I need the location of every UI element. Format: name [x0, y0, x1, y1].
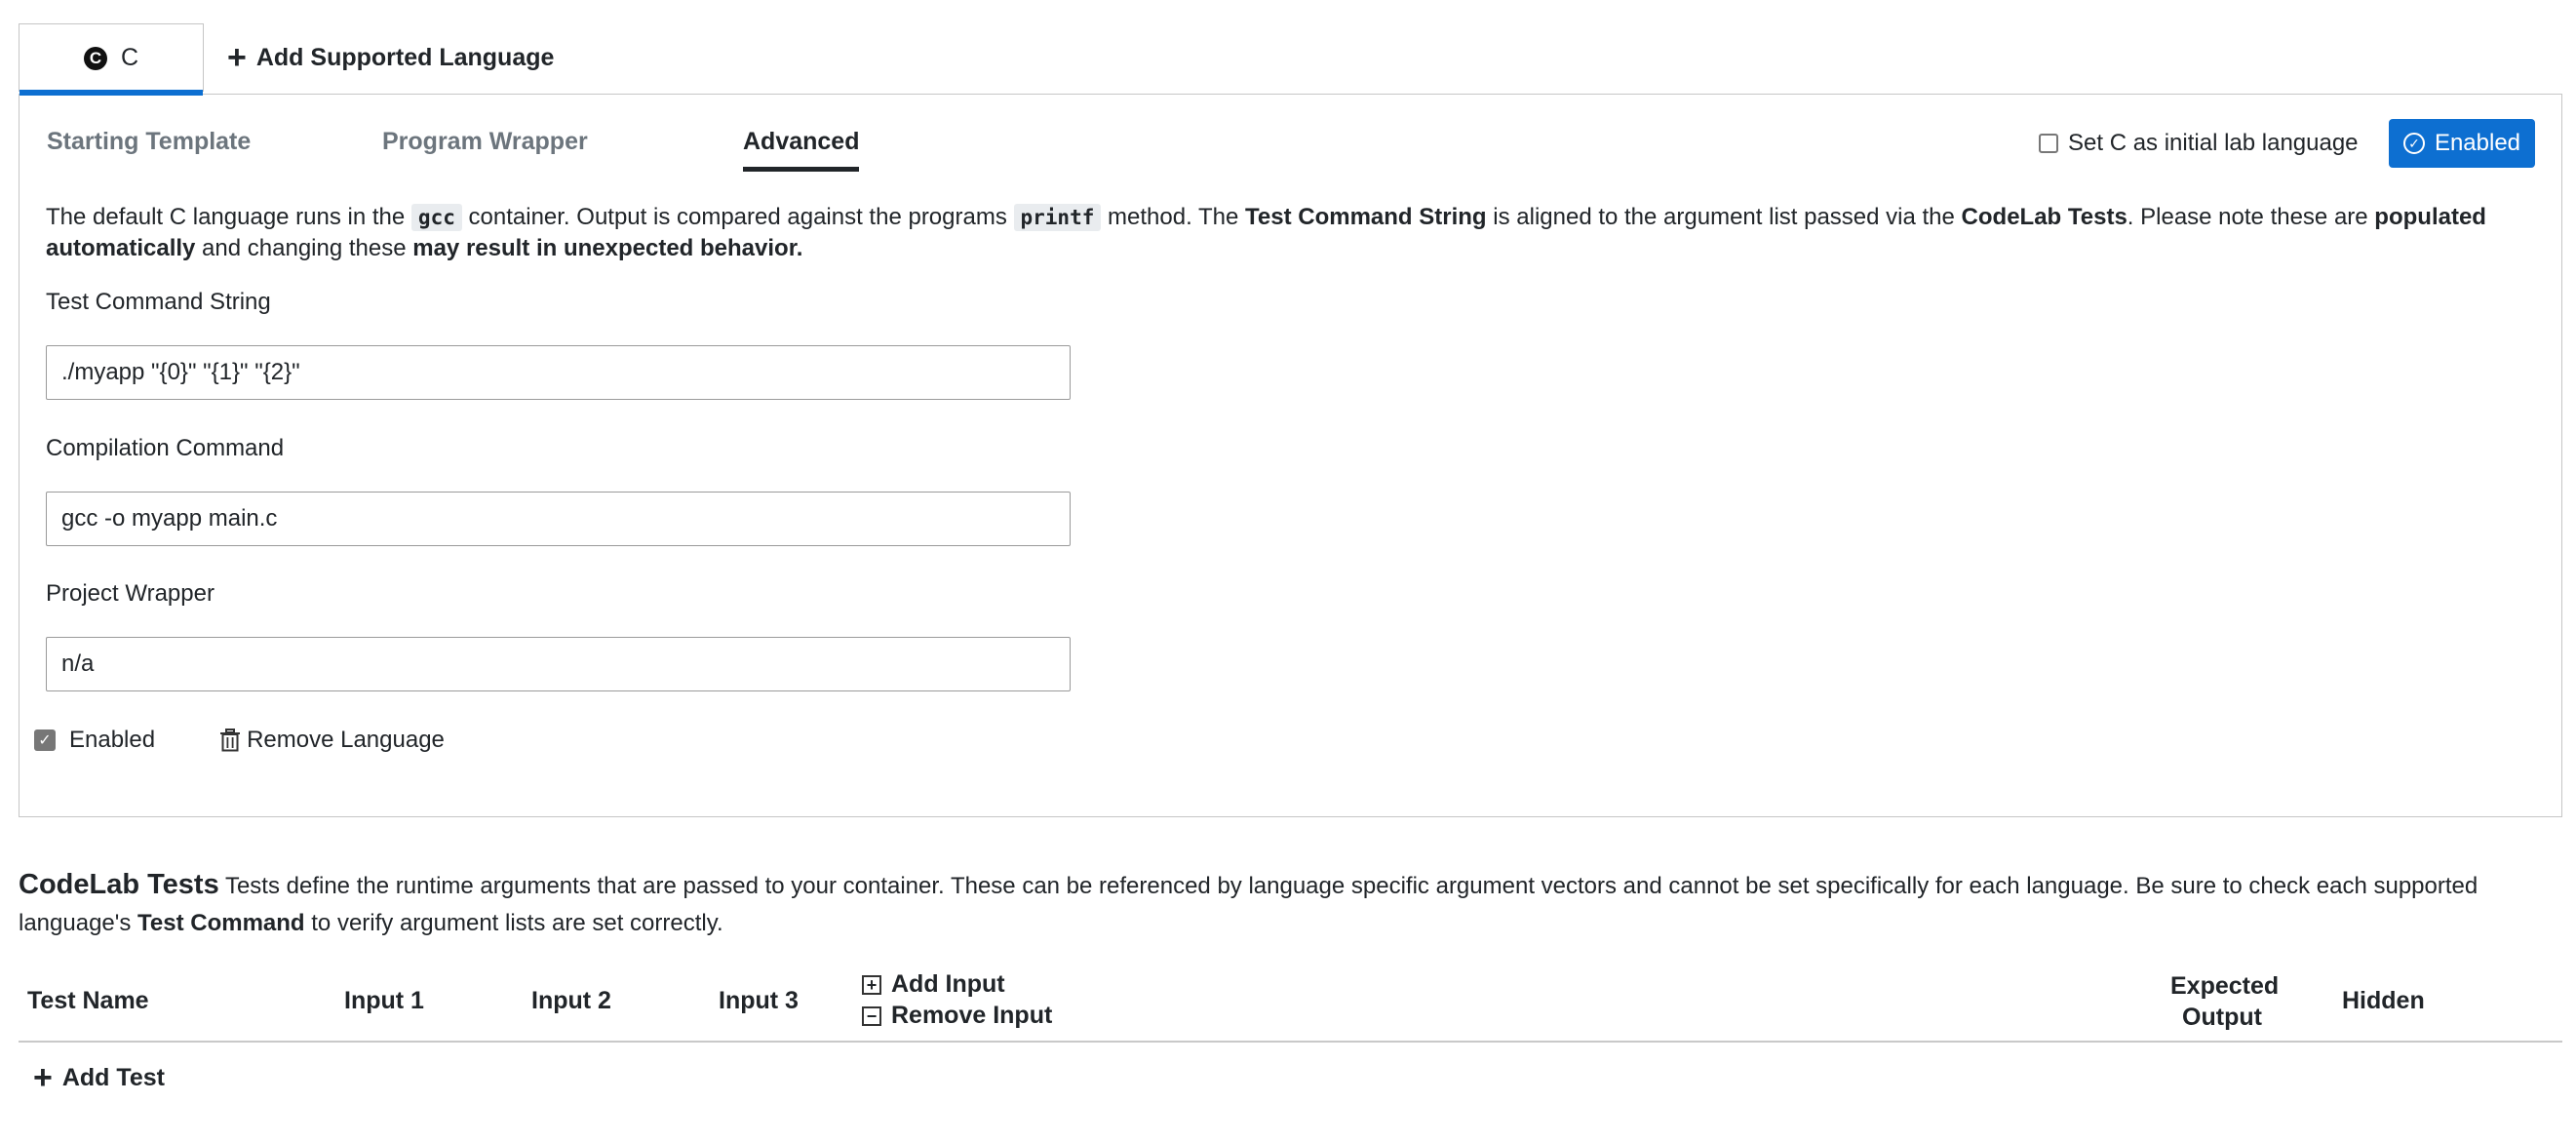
language-editor: C C + Add Supported Language Starting Te…: [0, 0, 2576, 1143]
project-wrapper-input[interactable]: [46, 637, 1071, 691]
header-expected-line1: Expected: [2170, 972, 2280, 1000]
language-settings-panel: Starting Template Program Wrapper Advanc…: [19, 94, 2562, 817]
initial-language-label: Set C as initial lab language: [2068, 130, 2359, 156]
enabled-checkbox[interactable]: ✓: [34, 729, 56, 751]
desc-bold: CodeLab Tests: [1961, 204, 2127, 230]
header-input-3: Input 3: [719, 987, 799, 1014]
add-language-label: Add Supported Language: [255, 43, 555, 71]
desc-text: and changing these: [195, 235, 413, 261]
codelab-desc-text: to verify argument lists are set correct…: [304, 910, 723, 936]
c-language-icon: C: [83, 46, 107, 70]
compilation-command-label: Compilation Command: [46, 435, 285, 461]
codelab-desc-bold: Test Command: [137, 910, 305, 936]
plus-square-icon: +: [862, 974, 881, 995]
plus-icon: +: [33, 1059, 53, 1096]
remove-input-button[interactable]: − Remove Input: [862, 1002, 1052, 1030]
header-expected-output: Expected Output: [2170, 970, 2280, 1033]
add-test-button[interactable]: + Add Test: [33, 1061, 165, 1094]
add-test-label: Add Test: [61, 1063, 165, 1091]
code-printf: printf: [1013, 204, 1102, 231]
desc-bold: may result in unexpected behavior.: [412, 235, 803, 261]
language-tab-label: C: [120, 44, 139, 71]
set-initial-language-option[interactable]: Set C as initial lab language: [2039, 130, 2359, 157]
compilation-command-input[interactable]: [46, 492, 1071, 546]
enabled-button[interactable]: ✓ Enabled: [2389, 119, 2535, 168]
desc-bold: Test Command String: [1245, 204, 1487, 230]
desc-text: The default C language runs in the: [46, 204, 411, 230]
check-circle-icon: ✓: [2402, 133, 2425, 154]
remove-input-label: Remove Input: [891, 1002, 1053, 1029]
tab-advanced[interactable]: Advanced: [743, 128, 860, 172]
project-wrapper-label: Project Wrapper: [46, 580, 215, 607]
header-expected-line2: Output: [2182, 1004, 2262, 1031]
remove-language-button[interactable]: Remove Language: [219, 727, 445, 754]
minus-square-icon: −: [862, 1005, 881, 1026]
header-input-2: Input 2: [531, 987, 611, 1014]
desc-text: is aligned to the argument list passed v…: [1486, 204, 1962, 230]
codelab-tests-title: CodeLab Tests: [19, 869, 219, 900]
language-tabs: C C + Add Supported Language: [19, 23, 554, 96]
desc-text: container. Output is compared against th…: [461, 204, 1014, 230]
remove-language-label: Remove Language: [247, 727, 445, 753]
test-command-label: Test Command String: [46, 289, 271, 315]
desc-text: . Please note these are: [2127, 204, 2375, 230]
tab-program-wrapper[interactable]: Program Wrapper: [382, 128, 588, 156]
desc-text: method. The: [1101, 204, 1246, 230]
header-test-name: Test Name: [27, 987, 149, 1014]
language-description: The default C language runs in the gcc c…: [46, 202, 2542, 264]
trash-icon: [220, 729, 241, 752]
table-header-divider: [19, 1041, 2562, 1043]
initial-language-checkbox[interactable]: [2039, 134, 2058, 153]
language-tab-c[interactable]: C C: [19, 23, 204, 96]
add-supported-language-button[interactable]: + Add Supported Language: [204, 23, 554, 92]
header-input-1: Input 1: [344, 987, 424, 1014]
header-hidden: Hidden: [2342, 987, 2425, 1014]
codelab-tests-description: CodeLab Tests Tests define the runtime a…: [19, 866, 2554, 942]
enabled-checkbox-label: Enabled: [69, 727, 156, 753]
language-actions: ✓ Enabled Remove Language: [34, 727, 445, 754]
code-gcc: gcc: [410, 204, 462, 231]
add-input-button[interactable]: + Add Input: [862, 970, 1005, 999]
plus-icon: +: [227, 39, 247, 76]
enabled-button-label: Enabled: [2434, 130, 2521, 156]
add-input-label: Add Input: [891, 970, 1005, 998]
test-command-input[interactable]: [46, 345, 1071, 400]
tab-starting-template[interactable]: Starting Template: [47, 128, 251, 156]
active-tab-indicator: [20, 90, 203, 96]
